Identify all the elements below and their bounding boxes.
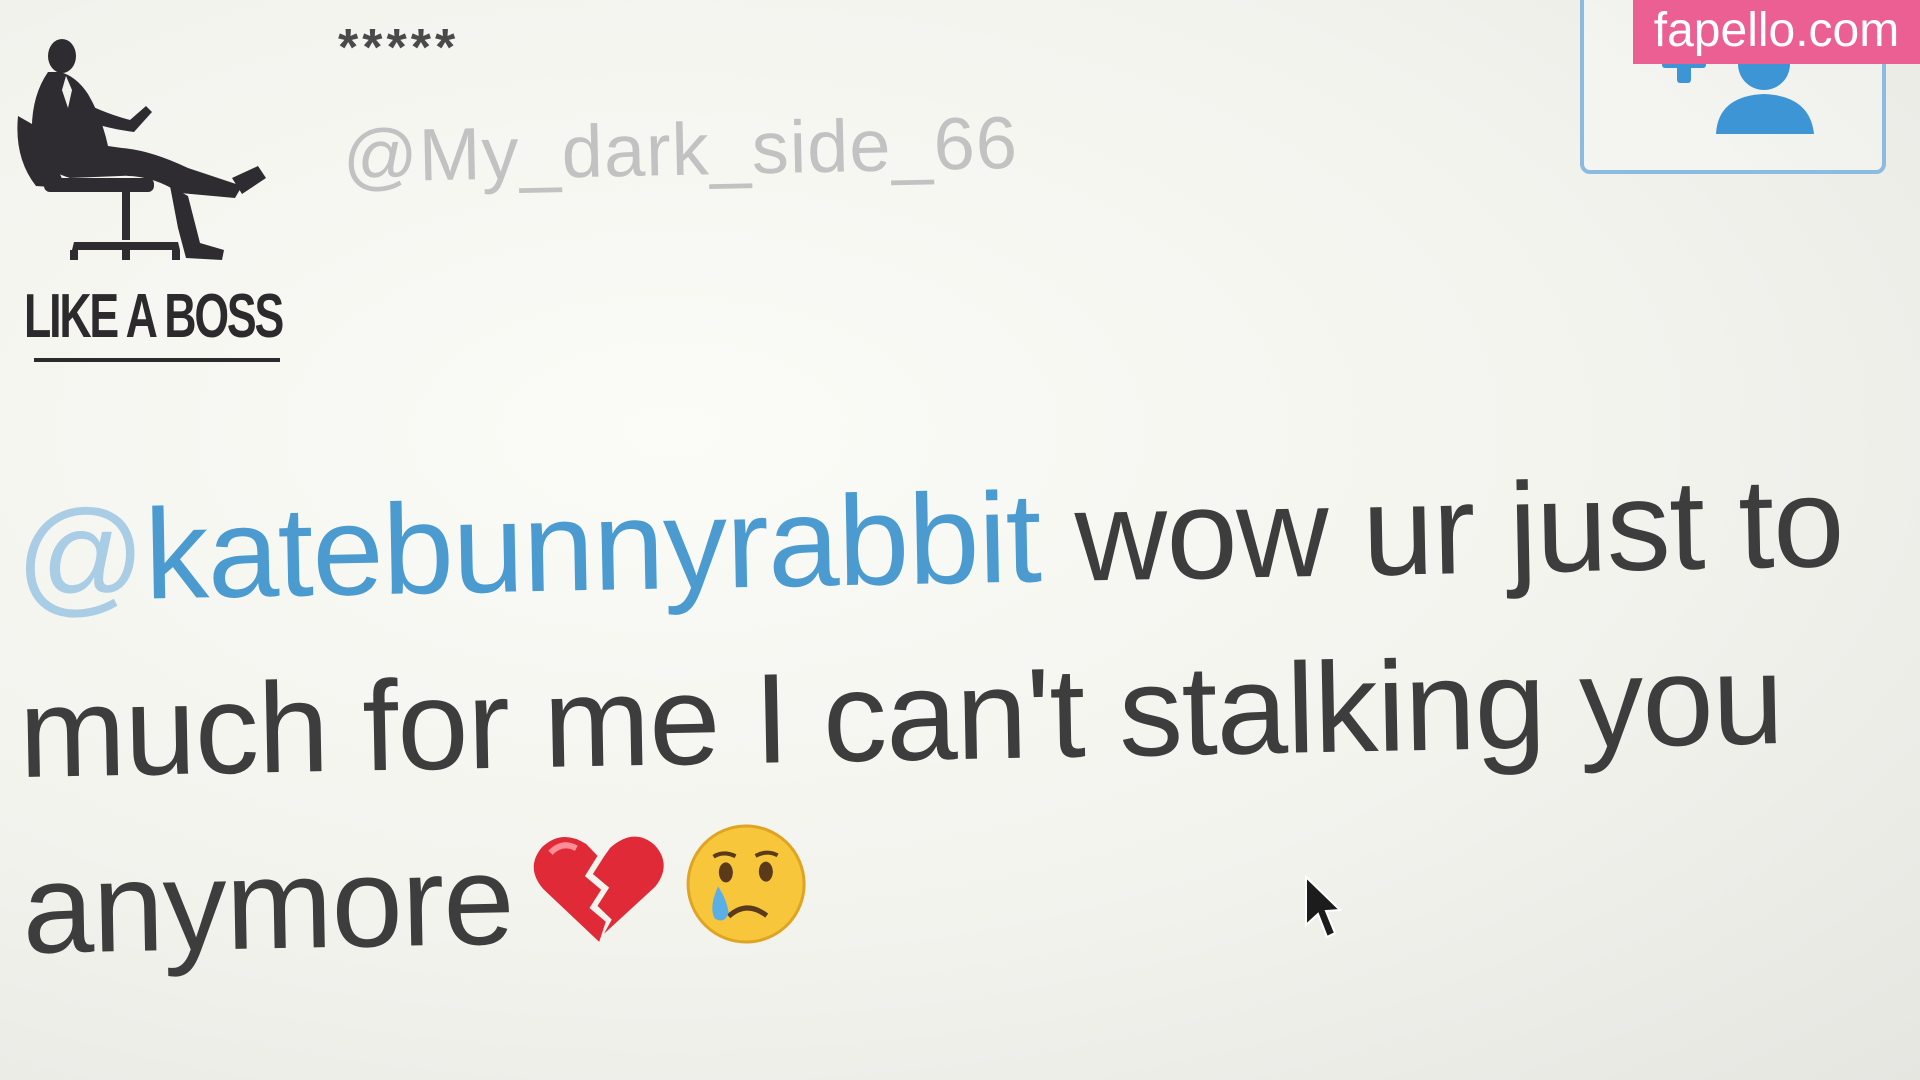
avatar[interactable]: LIKE A BOSS <box>10 28 284 362</box>
tweet-text-line1: wow ur just to <box>1038 450 1845 610</box>
tweet-text: @katebunnyrabbit wow ur just to much for… <box>14 434 1904 998</box>
watermark: fapello.com <box>1633 0 1920 64</box>
crying-face-icon <box>683 821 810 948</box>
avatar-caption: LIKE A BOSS <box>24 282 284 351</box>
tweet-line-3: anymore <box>21 786 1904 998</box>
mention-handle: katebunnyrabbit <box>143 466 1042 627</box>
tweet-text-line3: anymore <box>21 828 515 981</box>
tweet-text-line2: much for me I can't stalking you <box>17 628 1784 805</box>
tweet-line-1: @katebunnyrabbit wow ur just to <box>14 434 1897 646</box>
mention-at-symbol: @ <box>14 483 146 629</box>
mouse-cursor-icon <box>1302 874 1343 945</box>
tweet-screen: LIKE A BOSS ***** @My_dark_side_66 fapel… <box>0 0 1920 1080</box>
boss-in-chair-icon <box>17 39 266 260</box>
display-name[interactable]: ***** <box>338 22 459 74</box>
mention-link[interactable]: @katebunnyrabbit <box>14 466 1041 629</box>
username[interactable]: @My_dark_side_66 <box>342 101 1019 198</box>
broken-heart-icon <box>530 829 667 952</box>
avatar-underline <box>34 358 280 362</box>
